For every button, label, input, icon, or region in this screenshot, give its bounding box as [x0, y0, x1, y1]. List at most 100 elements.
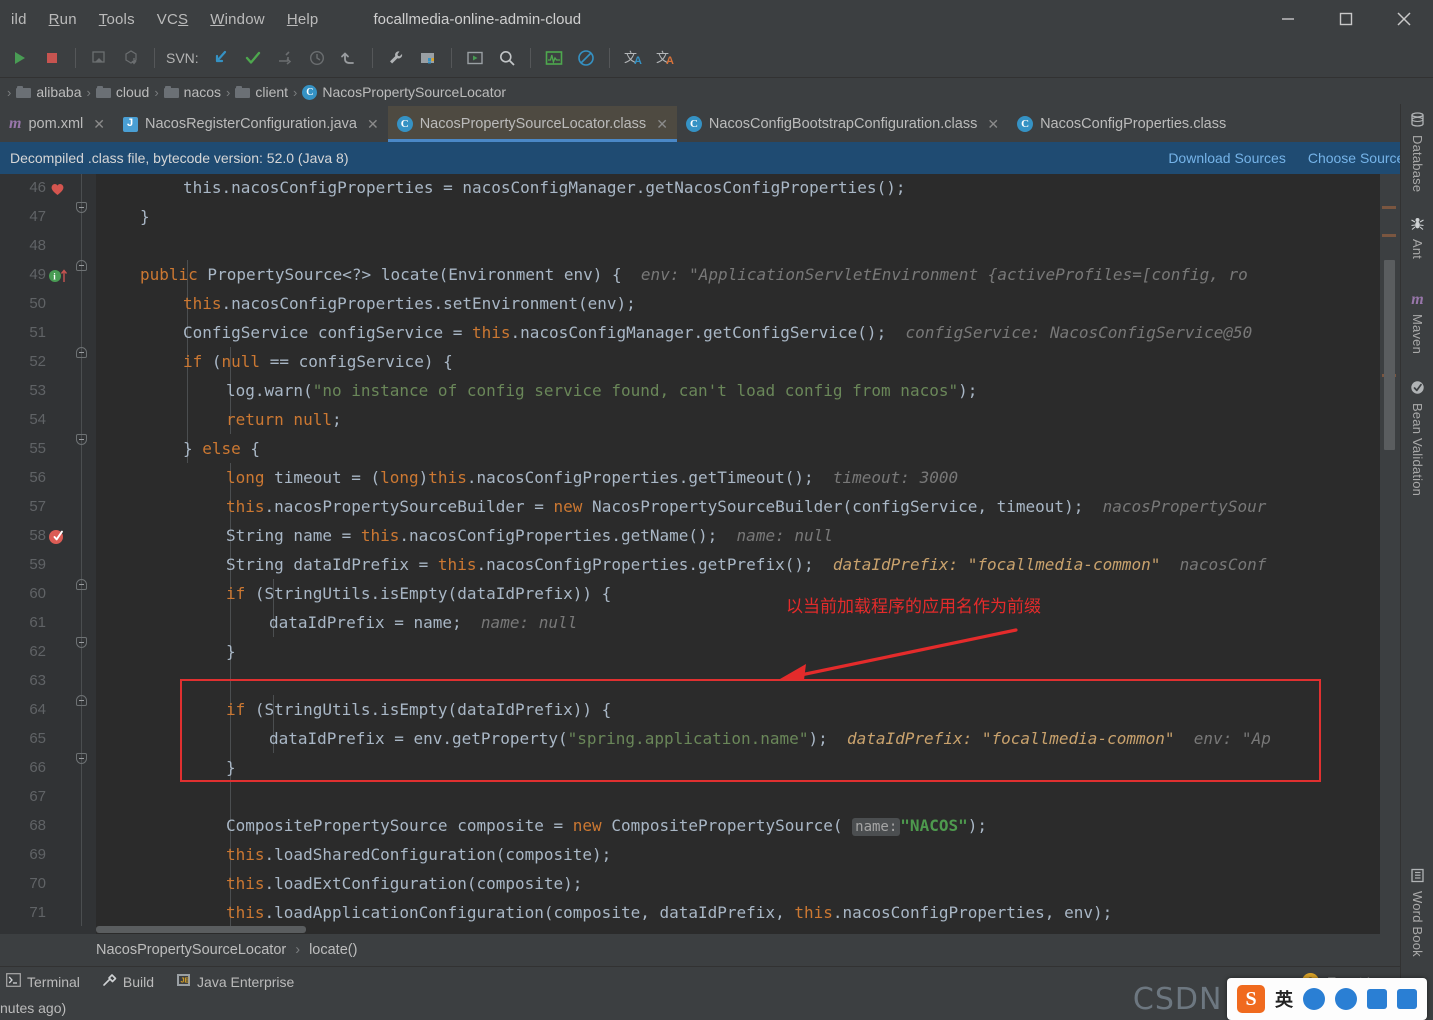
toolbar-separator — [529, 47, 531, 68]
bookmark-heart-icon[interactable] — [50, 182, 65, 201]
editor-scrollbar[interactable] — [1380, 174, 1400, 934]
status-item-terminal[interactable]: Terminal — [6, 973, 80, 990]
build-hammer-icon — [102, 973, 117, 990]
breadcrumb-method-label[interactable]: locate() — [309, 942, 357, 958]
editor-tab-bar: m pom.xml ✕ NacosRegisterConfiguration.j… — [0, 106, 1433, 142]
maximize-icon[interactable] — [1317, 0, 1375, 38]
inlay-hint: env: "ApplicationServletEnvironment {act… — [640, 265, 1248, 284]
profiler-icon[interactable] — [539, 43, 569, 73]
code-editor[interactable]: 46 47 48 49 50 51 52 53 54 55 56 57 58 5… — [0, 174, 1400, 934]
fold-marker-start[interactable] — [76, 579, 87, 590]
stripe-marker[interactable] — [1382, 234, 1396, 237]
inlay-hint: dataIdPrefix: "focallmedia-common" — [832, 555, 1161, 574]
run-icon[interactable] — [5, 43, 35, 73]
breadcrumb-item-cloud[interactable]: cloud — [95, 84, 149, 100]
inlay-hint: dataIdPrefix: "focallmedia-common" — [846, 729, 1175, 748]
settings-wrench-icon[interactable] — [381, 43, 411, 73]
status-item-java-enterprise[interactable]: JE Java Enterprise — [176, 973, 294, 990]
line-number: 68 — [29, 817, 46, 834]
breadcrumb-class-label[interactable]: NacosPropertySourceLocator — [96, 942, 286, 958]
translate-blue-icon[interactable]: 文A — [618, 43, 648, 73]
tab-pom-xml[interactable]: m pom.xml ✕ — [0, 106, 114, 142]
menu-label: elp — [297, 10, 319, 28]
class-file-icon: C — [396, 116, 413, 132]
line-number: 50 — [29, 295, 46, 312]
menu-item-tools[interactable]: Tools — [88, 9, 146, 30]
menu-item-build[interactable]: ild — [0, 9, 38, 30]
project-structure-icon[interactable] — [413, 43, 443, 73]
menu-item-window[interactable]: Window — [199, 9, 276, 30]
svn-history-icon[interactable] — [302, 43, 332, 73]
svn-changes-icon[interactable] — [270, 43, 300, 73]
status-item-label: Terminal — [27, 973, 80, 990]
breadcrumb-item-alibaba[interactable]: alibaba — [16, 84, 82, 100]
keyboard-icon[interactable] — [1397, 989, 1417, 1009]
tab-nacos-config-bootstrap-configuration[interactable]: C NacosConfigBootstrapConfiguration.clas… — [677, 106, 1008, 142]
fold-marker-end[interactable] — [76, 434, 87, 445]
run-config-icon[interactable] — [460, 43, 490, 73]
build-module-icon[interactable] — [84, 43, 114, 73]
implementing-method-icon[interactable]: i — [48, 268, 70, 289]
stripe-marker[interactable] — [1382, 206, 1396, 209]
close-icon[interactable]: ✕ — [987, 116, 999, 133]
no-access-icon[interactable] — [571, 43, 601, 73]
close-icon[interactable]: ✕ — [656, 116, 668, 133]
breakpoint-verified-icon[interactable] — [48, 527, 67, 550]
code-text-area[interactable]: this.nacosConfigProperties = nacosConfig… — [96, 174, 1380, 934]
translate-red-icon[interactable]: 文A — [650, 43, 680, 73]
fold-marker-start[interactable] — [76, 695, 87, 706]
line-number: 60 — [29, 585, 46, 602]
mic-icon[interactable] — [1335, 988, 1357, 1010]
code-line-54: return null; — [226, 410, 342, 429]
main-toolbar: SVN: 文A 文A — [0, 38, 1433, 78]
fold-marker-start[interactable] — [76, 347, 87, 358]
ime-mode-label[interactable]: 英 — [1275, 986, 1293, 1012]
status-item-build[interactable]: Build — [102, 973, 154, 990]
close-icon[interactable]: ✕ — [93, 116, 105, 133]
tool-window-database[interactable]: Database — [1401, 108, 1433, 192]
search-everywhere-icon[interactable] — [492, 43, 522, 73]
fold-marker-end[interactable] — [76, 637, 87, 648]
tab-nacos-config-properties[interactable]: C NacosConfigProperties.class — [1008, 106, 1235, 142]
java-file-icon — [122, 116, 138, 132]
menu-item-vcs[interactable]: VCS — [146, 9, 199, 30]
line-number: 64 — [29, 701, 46, 718]
tool-window-word-book[interactable]: Word Book — [1401, 864, 1433, 957]
close-icon[interactable] — [1375, 0, 1433, 38]
menu-mnemonic: R — [48, 10, 60, 28]
close-icon[interactable]: ✕ — [367, 116, 379, 133]
update-project-icon[interactable] — [116, 43, 146, 73]
menu-item-run[interactable]: Run — [38, 9, 88, 30]
svn-update-icon[interactable] — [206, 43, 236, 73]
svn-commit-icon[interactable] — [238, 43, 268, 73]
code-line-61: dataIdPrefix = name; name: null — [269, 613, 578, 632]
line-number: 67 — [29, 788, 46, 805]
scrollbar-thumb[interactable] — [1384, 260, 1395, 450]
menu-item-help[interactable]: Help — [276, 9, 330, 30]
line-number: 54 — [29, 411, 46, 428]
minimize-icon[interactable] — [1259, 0, 1317, 38]
square-icon[interactable] — [1367, 989, 1387, 1009]
breadcrumb-item-class[interactable]: C NacosPropertySourceLocator — [302, 84, 506, 100]
svn-revert-icon[interactable] — [334, 43, 364, 73]
tab-nacos-property-source-locator[interactable]: C NacosPropertySourceLocator.class ✕ — [387, 106, 678, 142]
java-enterprise-icon: JE — [176, 973, 191, 990]
breadcrumb-item-nacos[interactable]: nacos — [163, 84, 221, 100]
inlay-hint: name: null — [736, 526, 833, 545]
ime-toolbar[interactable]: S 英 — [1227, 978, 1427, 1020]
fold-marker-end[interactable] — [76, 202, 87, 213]
download-sources-link[interactable]: Download Sources — [1168, 150, 1286, 166]
tool-window-ant[interactable]: Ant — [1401, 212, 1433, 259]
circle-icon[interactable] — [1303, 988, 1325, 1010]
tab-nacos-register-configuration[interactable]: NacosRegisterConfiguration.java ✕ — [114, 106, 388, 142]
fold-marker-start[interactable] — [76, 260, 87, 271]
breadcrumb-item-client[interactable]: client — [235, 84, 288, 100]
stop-icon[interactable] — [37, 43, 67, 73]
horizontal-scrollbar[interactable] — [96, 925, 1380, 934]
fold-marker-end[interactable] — [76, 753, 87, 764]
tool-window-bean-validation[interactable]: Bean Validation — [1401, 376, 1433, 496]
tool-window-maven[interactable]: m Maven — [1401, 287, 1433, 354]
tool-window-label: Database — [1410, 135, 1425, 193]
editor-gutter[interactable]: 46 47 48 49 50 51 52 53 54 55 56 57 58 5… — [0, 174, 96, 934]
scrollbar-thumb[interactable] — [96, 926, 306, 933]
